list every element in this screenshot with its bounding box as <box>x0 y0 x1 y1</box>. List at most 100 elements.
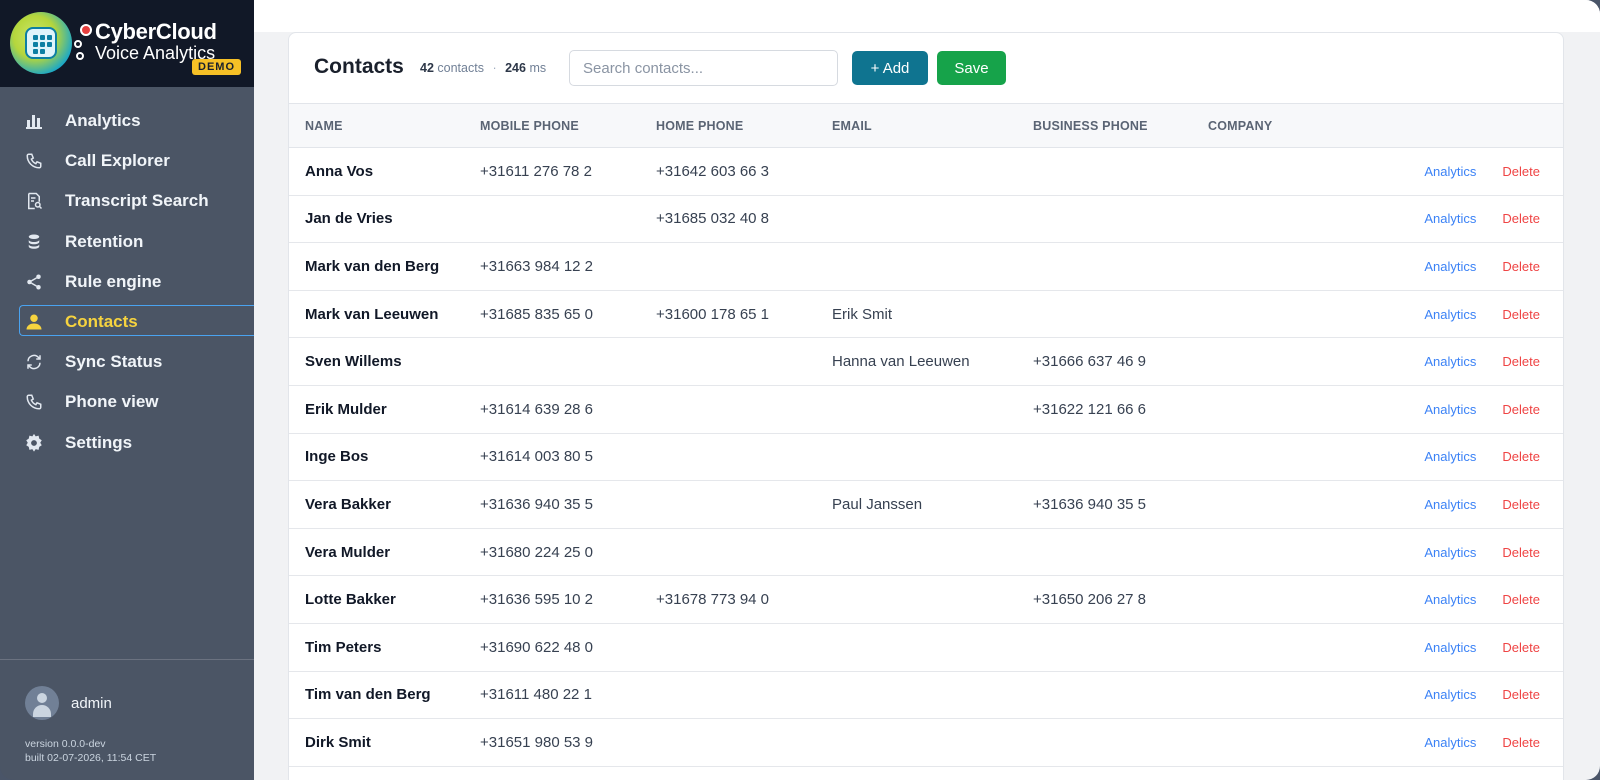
sidebar-item-label: Sync Status <box>65 352 163 372</box>
cell-name: Tim van den Berg <box>305 686 431 704</box>
top-bar <box>254 0 1600 32</box>
sidebar-item-analytics[interactable]: Analytics <box>0 104 254 138</box>
meta-separator: · <box>492 61 497 75</box>
cell-mobile <box>480 195 656 243</box>
table-row[interactable]: Sven Willems Hanna van Leeuwen +31666 637 … <box>289 338 1563 386</box>
cell-email <box>832 528 1033 576</box>
sidebar-item-settings[interactable]: Settings <box>0 426 254 460</box>
contacts-card: Contacts 42 contacts · 246 ms + Add Save… <box>288 32 1564 780</box>
cell-name: Erik Mulder <box>305 400 387 418</box>
table-row[interactable]: Lotte Bakker +31636 595 10 2 +31678 773 94… <box>289 576 1563 624</box>
query-time-label: ms <box>529 61 547 75</box>
cell-business: +31622 121 66 6 <box>1033 400 1147 418</box>
sidebar-item-phone-view[interactable]: Phone view <box>0 385 254 419</box>
gear-icon <box>24 433 44 453</box>
table-row[interactable]: Mark van den Berg +31663 984 12 2 Analytic… <box>289 243 1563 291</box>
table-row[interactable]: Dirk Smit +31651 980 53 9 Analytics Delete <box>289 719 1563 767</box>
delete-link[interactable]: Delete <box>1502 402 1540 417</box>
cell-business: +31650 206 27 8 <box>1033 591 1147 609</box>
user-icon <box>24 312 44 332</box>
row-actions: Analytics Delete <box>1388 481 1563 529</box>
add-contact-button[interactable]: + Add <box>852 51 928 85</box>
delete-link[interactable]: Delete <box>1502 259 1540 274</box>
table-row[interactable]: Vera Bakker +31636 940 35 5 Paul Janssen +3… <box>289 481 1563 529</box>
cell-email <box>832 195 1033 243</box>
analytics-link[interactable]: Analytics <box>1424 735 1476 750</box>
analytics-link[interactable]: Analytics <box>1424 164 1476 179</box>
analytics-link[interactable]: Analytics <box>1424 497 1476 512</box>
cell-name: Anna Vos <box>305 162 374 180</box>
sidebar-item-contacts[interactable]: Contacts <box>0 304 254 339</box>
logo[interactable]: CyberCloud Voice Analytics DEMO <box>0 0 254 87</box>
cell-home: +31600 178 65 1 <box>656 305 770 323</box>
cell-email <box>832 623 1033 671</box>
delete-link[interactable]: Delete <box>1502 640 1540 655</box>
sidebar-item-label: Transcript Search <box>65 191 209 211</box>
column-header-home-phone[interactable]: Home Phone <box>656 103 832 148</box>
sidebar-item-sync-status[interactable]: Sync Status <box>0 345 254 379</box>
analytics-link[interactable]: Analytics <box>1424 449 1476 464</box>
delete-link[interactable]: Delete <box>1502 354 1540 369</box>
column-header-name[interactable]: Name <box>289 103 480 148</box>
column-header-business-phone[interactable]: Business Phone <box>1033 103 1208 148</box>
analytics-link[interactable]: Analytics <box>1424 592 1476 607</box>
analytics-link[interactable]: Analytics <box>1424 259 1476 274</box>
user-menu[interactable]: admin <box>25 686 112 720</box>
column-header-mobile-phone[interactable]: Mobile Phone <box>480 103 656 148</box>
cell-email <box>832 576 1033 624</box>
delete-link[interactable]: Delete <box>1502 735 1540 750</box>
sidebar-item-call-explorer[interactable]: Call Explorer <box>0 144 254 178</box>
search-input[interactable] <box>569 50 838 86</box>
delete-link[interactable]: Delete <box>1502 307 1540 322</box>
delete-link[interactable]: Delete <box>1502 687 1540 702</box>
table-row[interactable]: Erik Mulder +31614 639 28 6 +31622 121 66 … <box>289 385 1563 434</box>
cell-home <box>656 433 832 481</box>
cell-email: Paul Janssen <box>832 495 923 513</box>
table-row[interactable]: Vera Mulder +31680 224 25 0 Analytics Delet… <box>289 528 1563 576</box>
sidebar-item-rule-engine[interactable]: Rule engine <box>0 265 254 299</box>
column-header-company[interactable]: Company <box>1208 103 1388 148</box>
row-actions: Analytics Delete <box>1388 528 1563 576</box>
avatar <box>25 686 59 720</box>
contact-count-label: contacts <box>437 61 484 75</box>
main-content: Contacts 42 contacts · 246 ms + Add Save… <box>254 0 1600 780</box>
cell-name: Dirk Smit <box>305 733 371 751</box>
sidebar-item-transcript-search[interactable]: Transcript Search <box>0 184 254 218</box>
analytics-link[interactable]: Analytics <box>1424 687 1476 702</box>
delete-link[interactable]: Delete <box>1502 164 1540 179</box>
analytics-link[interactable]: Analytics <box>1424 354 1476 369</box>
cell-email <box>832 243 1033 291</box>
cell-email: Hanna van Leeuwen <box>832 353 970 371</box>
sidebar-item-retention[interactable]: Retention <box>0 225 254 259</box>
cell-business <box>1033 528 1208 576</box>
analytics-link[interactable]: Analytics <box>1424 545 1476 560</box>
analytics-link[interactable]: Analytics <box>1424 402 1476 417</box>
delete-link[interactable]: Delete <box>1502 449 1540 464</box>
analytics-link[interactable]: Analytics <box>1424 211 1476 226</box>
delete-link[interactable]: Delete <box>1502 211 1540 226</box>
delete-link[interactable]: Delete <box>1502 497 1540 512</box>
cell-company <box>1208 481 1388 529</box>
analytics-link[interactable]: Analytics <box>1424 640 1476 655</box>
table-row[interactable]: Tim van den Berg +31611 480 22 1 Analytics… <box>289 671 1563 719</box>
table-header-row: Name Mobile Phone Home Phone Email Busin… <box>289 103 1563 148</box>
table-row[interactable]: Anna Vos +31611 276 78 2 +31642 603 66 3 An… <box>289 148 1563 196</box>
column-header-email[interactable]: Email <box>832 103 1033 148</box>
table-row[interactable]: Jan de Vries +31685 032 40 8 Analytics Dele… <box>289 195 1563 243</box>
delete-link[interactable]: Delete <box>1502 545 1540 560</box>
table-row[interactable]: Tim Peters +31690 622 48 0 Analytics Delete <box>289 623 1563 672</box>
cell-company <box>1208 338 1388 386</box>
cell-business: +31636 940 35 5 <box>1033 495 1147 513</box>
sidebar-item-label: Settings <box>65 432 133 452</box>
cell-mobile: +31663 984 12 2 <box>480 257 594 275</box>
cell-mobile: +31651 980 53 9 <box>480 733 594 751</box>
cell-name: Lotte Bakker <box>305 591 396 609</box>
delete-link[interactable]: Delete <box>1502 592 1540 607</box>
document-search-icon <box>24 191 44 211</box>
contact-count: 42 <box>420 61 434 75</box>
analytics-link[interactable]: Analytics <box>1424 307 1476 322</box>
save-button[interactable]: Save <box>937 51 1006 85</box>
table-row[interactable]: Inge Bos +31614 003 80 5 Analytics Delete <box>289 433 1563 481</box>
cell-mobile: +31611 276 78 2 <box>480 162 592 180</box>
table-row[interactable]: Mark van Leeuwen +31685 835 65 0 +31600 17… <box>289 290 1563 338</box>
